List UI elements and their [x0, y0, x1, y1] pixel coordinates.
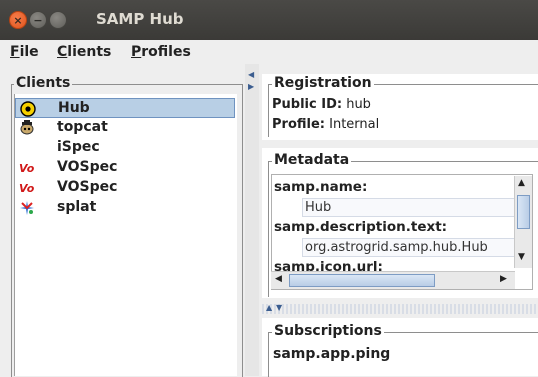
registration-group-title: Registration — [272, 75, 374, 91]
svg-text:Vo: Vo — [19, 182, 35, 194]
metadata-key: samp.name: — [274, 179, 368, 195]
public-id-row: Public ID: hub — [272, 97, 371, 112]
metadata-value: org.astrogrid.samp.hub.Hub — [302, 238, 522, 257]
collapse-right-icon[interactable]: ▶ — [248, 82, 254, 91]
menubar: File Clients Profiles — [0, 40, 538, 64]
metadata-vertical-scrollbar[interactable]: ▲ ▼ — [514, 176, 532, 268]
client-label: VOSpec — [57, 179, 118, 195]
metadata-key: samp.description.text: — [274, 219, 448, 235]
clients-group-title: Clients — [14, 75, 73, 91]
splat-icon — [19, 200, 35, 216]
client-item-vospec[interactable]: Vo VOSpec — [15, 178, 235, 198]
client-item-ispec[interactable]: iSpec — [15, 138, 235, 158]
vospec-icon: Vo — [19, 180, 35, 196]
clients-list[interactable]: Hub topcat iSpec Vo VOSpec Vo VOSpec spl… — [14, 94, 237, 376]
close-window-button[interactable]: × — [9, 11, 27, 29]
svg-text:Vo: Vo — [19, 162, 35, 174]
subscriptions-group-title: Subscriptions — [272, 323, 384, 339]
client-label: VOSpec — [57, 159, 118, 175]
scroll-right-icon[interactable]: ▶ — [500, 274, 507, 284]
metadata-horizontal-scrollbar[interactable]: ◀ ▶ — [271, 271, 515, 289]
collapse-down-icon[interactable]: ▼ — [276, 303, 282, 312]
subscription-item: samp.app.ping — [273, 346, 391, 362]
client-item-vospec[interactable]: Vo VOSpec — [15, 158, 235, 178]
public-id-value: hub — [346, 97, 371, 112]
profile-row: Profile: Internal — [272, 117, 380, 132]
collapse-left-icon[interactable]: ◀ — [248, 70, 254, 79]
client-item-hub[interactable]: Hub — [15, 98, 235, 118]
metadata-group-title: Metadata — [272, 152, 352, 168]
client-label: topcat — [57, 119, 108, 135]
split-pane-divider[interactable]: ◀ ▶ — [245, 64, 259, 376]
client-label: splat — [57, 199, 97, 215]
collapse-up-icon[interactable]: ▲ — [266, 303, 272, 312]
scroll-down-icon[interactable]: ▼ — [518, 252, 525, 262]
maximize-window-button[interactable] — [49, 11, 67, 29]
vertical-scroll-thumb[interactable] — [517, 195, 530, 229]
profile-value: Internal — [329, 117, 380, 132]
vospec-icon: Vo — [19, 160, 35, 176]
hub-icon — [20, 101, 36, 117]
horizontal-scroll-thumb[interactable] — [289, 274, 435, 287]
vertical-split-divider[interactable]: ▲ ▼ — [262, 303, 538, 314]
menu-clients[interactable]: Clients — [57, 44, 111, 60]
scroll-up-icon[interactable]: ▲ — [518, 178, 525, 188]
client-item-splat[interactable]: splat — [15, 198, 235, 218]
minimize-window-button[interactable]: − — [29, 11, 47, 29]
menu-file[interactable]: File — [10, 44, 39, 60]
window-titlebar: × − SAMP Hub — [0, 0, 538, 40]
menu-profiles[interactable]: Profiles — [131, 44, 191, 60]
metadata-value: Hub — [302, 198, 522, 217]
client-label: Hub — [58, 100, 90, 116]
topcat-icon — [19, 120, 35, 136]
window-title: SAMP Hub — [96, 10, 184, 28]
client-label: iSpec — [57, 139, 100, 155]
client-item-topcat[interactable]: topcat — [15, 118, 235, 138]
scroll-left-icon[interactable]: ◀ — [275, 274, 282, 284]
